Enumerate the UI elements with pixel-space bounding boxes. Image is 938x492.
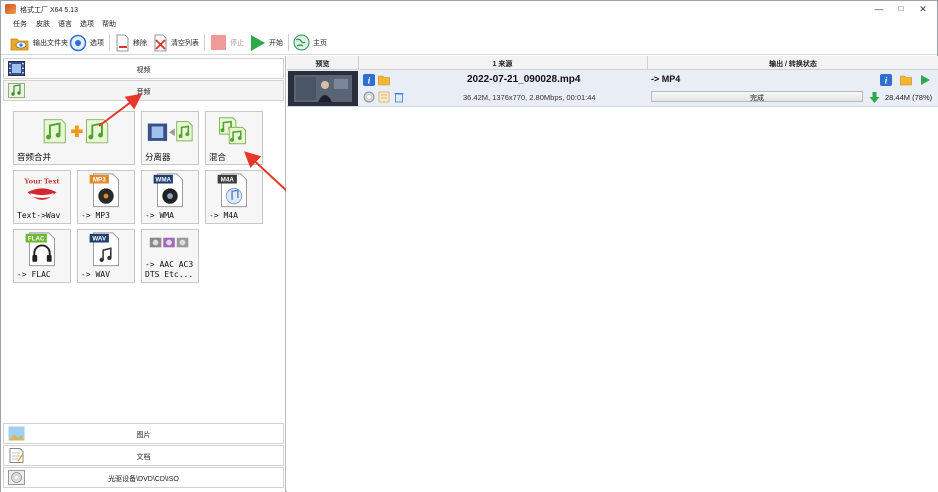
task-table-header: 预览 1 来源 输出 / 转换状态: [287, 56, 938, 70]
menu-bar: 任务 皮肤 语言 选项 帮助: [1, 17, 937, 30]
menu-language[interactable]: 语言: [58, 19, 72, 29]
task-list-panel: 预览 1 来源 输出 / 转换状态 i 2022-07-21_090028.mp…: [287, 56, 938, 492]
clear-list-button[interactable]: 清空列表: [153, 33, 199, 52]
start-label: 开始: [269, 39, 283, 47]
settings-button[interactable]: [363, 91, 375, 103]
toolbar: 输出文件夹 选项 移除 清空列表 停止 开始 主页: [1, 30, 937, 55]
app-window: 格式工厂 X64 5.13 — □ ✕ 任务 皮肤 语言 选项 帮助 输出文件夹…: [0, 0, 938, 492]
title-bar: 格式工厂 X64 5.13 — □ ✕: [1, 1, 937, 17]
globe-home-icon: [293, 34, 310, 51]
conversion-progress-bar: 完成: [651, 91, 863, 102]
remove-label: 移除: [133, 39, 147, 47]
open-output-folder-button[interactable]: [900, 74, 912, 86]
menu-help[interactable]: 帮助: [102, 19, 116, 29]
minimize-button[interactable]: —: [869, 2, 889, 16]
stop-button[interactable]: 停止: [210, 33, 244, 52]
window-title: 格式工厂 X64 5.13: [20, 7, 78, 14]
header-source: 1 来源: [492, 61, 513, 68]
thumbnail-image: [288, 71, 358, 106]
info-button[interactable]: i: [363, 74, 375, 86]
header-status: 输出 / 转换状态: [769, 61, 817, 68]
output-info-button[interactable]: i: [880, 74, 892, 86]
output-size: 28.44M (78%): [885, 93, 932, 102]
toolbar-divider: [109, 34, 110, 51]
clip-button[interactable]: [378, 91, 390, 103]
svg-text:i: i: [368, 76, 371, 86]
start-button[interactable]: 开始: [249, 33, 283, 52]
output-folder-button[interactable]: 输出文件夹: [10, 33, 68, 52]
info-icon: i: [885, 76, 888, 86]
close-button[interactable]: ✕: [913, 2, 933, 16]
options-button[interactable]: 选项: [69, 33, 104, 52]
clear-list-icon: [154, 34, 167, 51]
open-source-folder-button[interactable]: [378, 74, 390, 86]
video-thumbnail: [288, 71, 358, 106]
header-preview: 预览: [315, 61, 330, 68]
play-icon: [251, 34, 265, 51]
category-picture[interactable]: 图片: [3, 423, 284, 444]
options-label: 选项: [90, 39, 104, 47]
stop-icon: [211, 35, 226, 50]
source-file-info: 36.42M, 1376x770, 2.80Mbps, 00:01:44: [463, 93, 596, 102]
clip-icon: [378, 91, 390, 103]
output-folder-label: 输出文件夹: [33, 39, 68, 47]
folder-icon: [378, 75, 390, 86]
delete-button[interactable]: [393, 91, 405, 103]
menu-options[interactable]: 选项: [80, 19, 94, 29]
trash-icon: [394, 93, 404, 103]
home-label: 主页: [313, 39, 327, 47]
output-size-ratio: (78%): [912, 93, 933, 102]
output-size-value: 28.44M: [885, 93, 911, 102]
clear-list-label: 清空列表: [171, 39, 199, 47]
app-logo-icon: [5, 4, 16, 14]
category-disc-label: 光驱设备\DVD\CD\ISO: [108, 476, 179, 483]
folder-icon: [900, 75, 912, 86]
home-button[interactable]: 主页: [293, 33, 327, 52]
toolbar-divider: [204, 34, 205, 51]
category-disc[interactable]: 光驱设备\DVD\CD\ISO: [3, 467, 284, 488]
remove-doc-icon: [116, 34, 129, 51]
maximize-button[interactable]: □: [891, 2, 911, 16]
category-document[interactable]: 文档: [3, 445, 284, 466]
source-file-name: 2022-07-21_090028.mp4: [467, 74, 581, 85]
download-arrow-icon: [869, 92, 880, 103]
folder-eye-icon: [10, 38, 29, 50]
annotation-arrow-audio: [98, 93, 143, 127]
task-row[interactable]: i 2022-07-21_090028.mp4 36.42M, 1376x770…: [287, 70, 938, 107]
category-picture-label: 图片: [136, 432, 151, 439]
category-document-label: 文档: [136, 454, 151, 461]
conversion-status: 完成: [750, 95, 764, 102]
options-gear-icon: [69, 34, 87, 51]
menu-skin[interactable]: 皮肤: [36, 19, 50, 29]
annotation-arrow-mix: [244, 151, 286, 192]
svg-text:i: i: [885, 76, 888, 86]
toolbar-divider: [288, 34, 289, 51]
remove-button[interactable]: 移除: [115, 33, 147, 52]
menu-task[interactable]: 任务: [13, 19, 27, 29]
play-icon: [921, 75, 930, 85]
output-format: -> MP4: [651, 74, 681, 84]
category-panel: 视频 音频 音频合并 分离器 混合 Your Text Text->Wav MP…: [1, 56, 286, 492]
gear-icon: [363, 91, 375, 103]
play-output-button[interactable]: [919, 74, 931, 86]
info-icon: i: [368, 76, 371, 86]
stop-label: 停止: [230, 39, 244, 47]
